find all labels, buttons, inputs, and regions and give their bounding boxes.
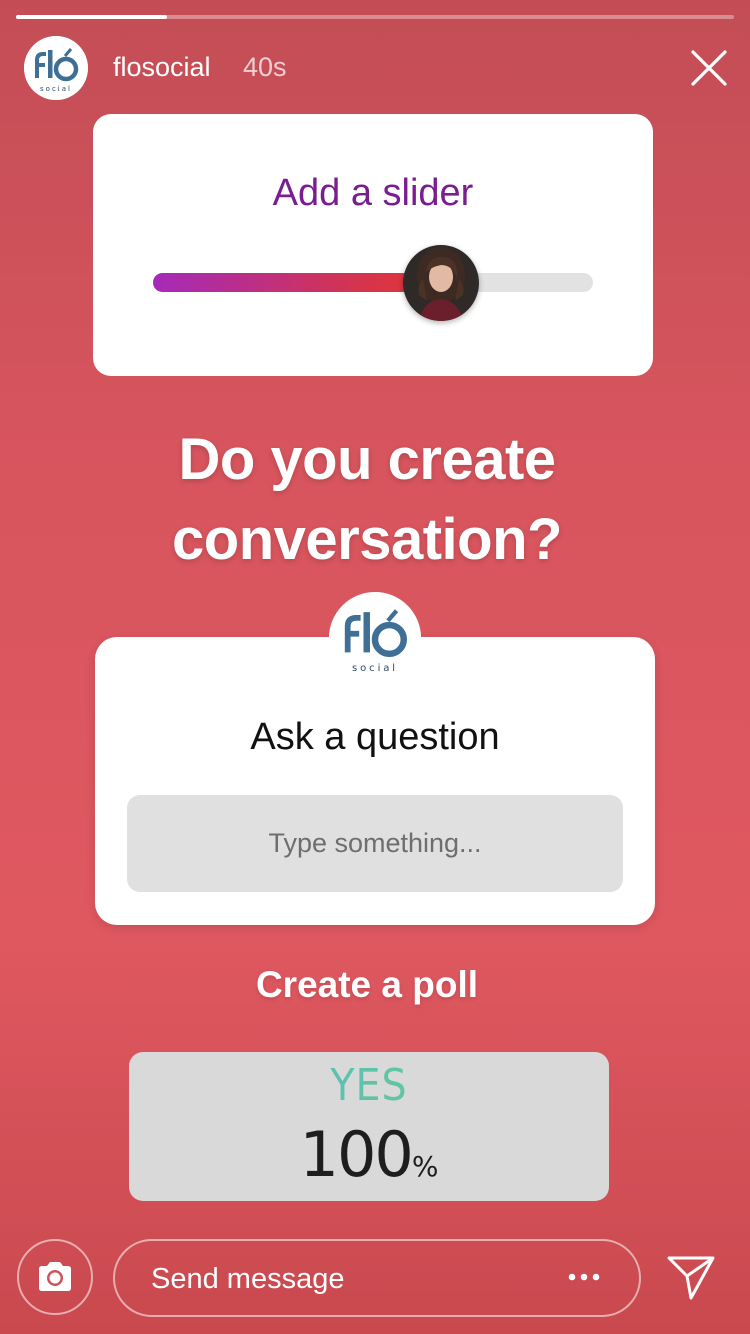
close-button[interactable] bbox=[688, 47, 730, 89]
story-progress-fill bbox=[16, 15, 167, 19]
story-headline: Do you create conversation? bbox=[0, 420, 734, 580]
close-icon bbox=[691, 50, 727, 86]
headline-line-2: conversation? bbox=[172, 507, 562, 572]
flosocial-logo-icon: social bbox=[24, 36, 88, 100]
svg-text:social: social bbox=[40, 85, 72, 93]
story-progress-bar bbox=[16, 15, 734, 19]
poll-percent-value: 100 bbox=[299, 1118, 414, 1191]
post-time: 40s bbox=[243, 52, 287, 82]
share-button[interactable] bbox=[665, 1252, 717, 1304]
send-message-field[interactable]: Send message bbox=[113, 1239, 641, 1317]
headline-line-1: Do you create bbox=[178, 427, 556, 492]
user-photo-avatar bbox=[403, 245, 479, 321]
slider-sticker-card bbox=[93, 114, 653, 376]
slider-thumb[interactable] bbox=[403, 245, 479, 321]
slider-track[interactable] bbox=[153, 273, 593, 292]
poll-option-yes[interactable]: YES bbox=[129, 1060, 609, 1111]
flosocial-logo-icon: social bbox=[329, 592, 421, 684]
username[interactable]: flosocial bbox=[113, 52, 211, 83]
question-avatar: social bbox=[329, 592, 421, 684]
profile-avatar[interactable]: social bbox=[24, 36, 88, 100]
slider-title: Add a slider bbox=[272, 172, 474, 214]
question-title: Ask a question bbox=[250, 716, 500, 758]
camera-button[interactable] bbox=[17, 1239, 93, 1315]
camera-icon bbox=[39, 1262, 71, 1291]
more-dots-icon[interactable] bbox=[567, 1267, 601, 1287]
poll-heading: Create a poll bbox=[255, 964, 479, 1005]
poll-percent-unit: % bbox=[411, 1150, 439, 1183]
svg-text:social: social bbox=[352, 663, 398, 674]
send-plane-icon bbox=[667, 1256, 715, 1300]
question-input[interactable]: Type something... bbox=[127, 795, 623, 892]
send-message-placeholder: Send message bbox=[151, 1263, 345, 1295]
poll-result: 100% bbox=[129, 1118, 609, 1191]
